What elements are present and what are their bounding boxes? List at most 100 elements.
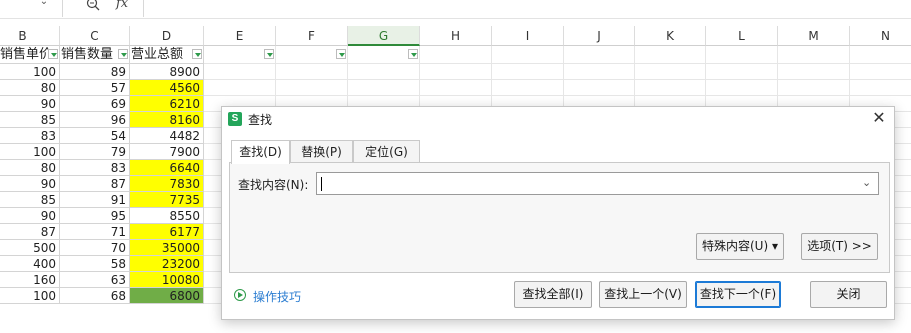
cell-empty[interactable] [276, 80, 348, 96]
column-header-g[interactable]: G [348, 26, 420, 46]
cell-unit-price[interactable]: 100 [0, 144, 60, 160]
column-header-e[interactable]: E [204, 26, 276, 46]
header-cell-quantity[interactable]: 销售数量 [60, 46, 130, 64]
cell-quantity[interactable]: 54 [60, 128, 130, 144]
cell-total[interactable]: 6800 [130, 288, 204, 304]
tab-goto[interactable]: 定位(G) [353, 140, 420, 162]
header-cell-total[interactable]: 营业总额 [130, 46, 204, 64]
tab-find[interactable]: 查找(D) [231, 140, 290, 164]
cell-empty[interactable] [635, 46, 706, 64]
cell-quantity[interactable]: 71 [60, 224, 130, 240]
cell-unit-price[interactable]: 85 [0, 192, 60, 208]
cell-empty[interactable] [492, 80, 564, 96]
zoom-icon[interactable] [86, 0, 102, 13]
cell-total[interactable]: 6640 [130, 160, 204, 176]
cell-empty[interactable] [420, 46, 492, 64]
cell-total[interactable]: 7900 [130, 144, 204, 160]
cell-empty[interactable] [420, 64, 492, 80]
cell-empty[interactable] [778, 80, 850, 96]
tips-link-label[interactable]: 操作技巧 [253, 288, 301, 305]
column-header-b[interactable]: B [0, 26, 60, 46]
column-header-k[interactable]: K [635, 26, 706, 46]
filter-dropdown-icon[interactable] [192, 49, 202, 59]
cell-total[interactable]: 35000 [130, 240, 204, 256]
header-cell-empty[interactable] [348, 46, 420, 64]
cell-empty[interactable] [276, 64, 348, 80]
cell-empty[interactable] [778, 46, 850, 64]
cell-total[interactable]: 4560 [130, 80, 204, 96]
column-header-m[interactable]: M [778, 26, 850, 46]
chevron-down-icon[interactable]: ⌄ [36, 0, 52, 14]
chevron-down-icon[interactable]: ⌄ [862, 176, 874, 190]
cell-total[interactable]: 8160 [130, 112, 204, 128]
cell-unit-price[interactable]: 90 [0, 208, 60, 224]
column-header-j[interactable]: J [564, 26, 635, 46]
column-header-n[interactable]: N [850, 26, 911, 46]
find-content-input[interactable]: ⌄ [316, 172, 879, 195]
cell-unit-price[interactable]: 87 [0, 224, 60, 240]
tab-replace[interactable]: 替换(P) [290, 140, 353, 162]
cell-quantity[interactable]: 79 [60, 144, 130, 160]
cell-empty[interactable] [564, 46, 635, 64]
fx-label[interactable]: fx [116, 0, 128, 11]
cell-total[interactable]: 8550 [130, 208, 204, 224]
cell-unit-price[interactable]: 85 [0, 112, 60, 128]
header-cell-empty[interactable] [204, 46, 276, 64]
cell-total[interactable]: 6177 [130, 224, 204, 240]
cell-quantity[interactable]: 91 [60, 192, 130, 208]
cell-quantity[interactable]: 87 [60, 176, 130, 192]
cell-unit-price[interactable]: 90 [0, 96, 60, 112]
cell-empty[interactable] [564, 64, 635, 80]
cell-empty[interactable] [778, 64, 850, 80]
cell-quantity[interactable]: 58 [60, 256, 130, 272]
close-button[interactable]: 关闭 [810, 281, 887, 308]
cell-unit-price[interactable]: 80 [0, 160, 60, 176]
cell-unit-price[interactable]: 500 [0, 240, 60, 256]
filter-dropdown-icon[interactable] [408, 49, 418, 59]
cell-empty[interactable] [348, 80, 420, 96]
cell-quantity[interactable]: 89 [60, 64, 130, 80]
cell-quantity[interactable]: 83 [60, 160, 130, 176]
cell-total[interactable]: 7735 [130, 192, 204, 208]
filter-dropdown-icon[interactable] [264, 49, 274, 59]
cell-empty[interactable] [564, 80, 635, 96]
column-header-f[interactable]: F [276, 26, 348, 46]
cell-empty[interactable] [850, 64, 911, 80]
cell-unit-price[interactable]: 100 [0, 64, 60, 80]
cell-unit-price[interactable]: 100 [0, 288, 60, 304]
header-cell-unit-price[interactable]: 销售单价 [0, 46, 60, 64]
cell-unit-price[interactable]: 160 [0, 272, 60, 288]
close-icon[interactable]: ✕ [870, 109, 888, 127]
cell-total[interactable]: 4482 [130, 128, 204, 144]
cell-empty[interactable] [492, 46, 564, 64]
cell-empty[interactable] [420, 80, 492, 96]
find-next-button[interactable]: 查找下一个(F) [695, 281, 781, 308]
cell-total[interactable]: 10080 [130, 272, 204, 288]
column-header-c[interactable]: C [60, 26, 130, 46]
cell-empty[interactable] [850, 46, 911, 64]
cell-empty[interactable] [706, 46, 778, 64]
cell-quantity[interactable]: 68 [60, 288, 130, 304]
cell-empty[interactable] [492, 64, 564, 80]
cell-total[interactable]: 8900 [130, 64, 204, 80]
cell-quantity[interactable]: 96 [60, 112, 130, 128]
cell-empty[interactable] [706, 64, 778, 80]
cell-quantity[interactable]: 69 [60, 96, 130, 112]
special-content-button[interactable]: 特殊内容(U) ▾ [696, 233, 784, 260]
dialog-titlebar[interactable]: S 查找 ✕ [222, 107, 894, 131]
find-previous-button[interactable]: 查找上一个(V) [599, 281, 687, 308]
cell-total[interactable]: 7830 [130, 176, 204, 192]
find-all-button[interactable]: 查找全部(I) [514, 281, 592, 308]
cell-empty[interactable] [204, 80, 276, 96]
cell-empty[interactable] [850, 80, 911, 96]
cell-empty[interactable] [635, 80, 706, 96]
column-header-l[interactable]: L [706, 26, 778, 46]
cell-quantity[interactable]: 63 [60, 272, 130, 288]
cell-quantity[interactable]: 95 [60, 208, 130, 224]
header-cell-empty[interactable] [276, 46, 348, 64]
cell-unit-price[interactable]: 90 [0, 176, 60, 192]
cell-unit-price[interactable]: 83 [0, 128, 60, 144]
cell-quantity[interactable]: 57 [60, 80, 130, 96]
cell-empty[interactable] [706, 80, 778, 96]
column-header-i[interactable]: I [492, 26, 564, 46]
